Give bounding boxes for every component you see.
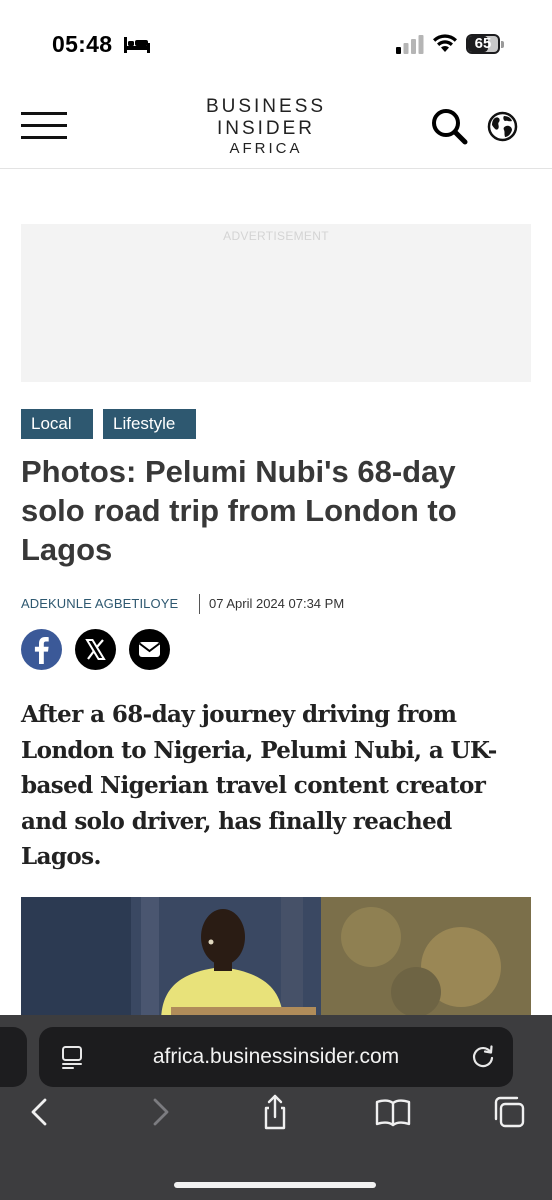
battery-icon: 65 — [466, 34, 504, 54]
author-link[interactable]: ADEKUNLE AGBETILOYE — [21, 596, 178, 611]
forward-icon[interactable] — [140, 1092, 180, 1132]
reload-icon[interactable] — [469, 1043, 497, 1071]
tag-local[interactable]: Local — [21, 409, 93, 439]
article-headline: Photos: Pelumi Nubi's 68-day solo road t… — [21, 454, 457, 567]
email-icon[interactable] — [129, 629, 170, 670]
site-header: BUSINESS INSIDER AFRICA — [0, 88, 552, 169]
previous-tab-preview[interactable] — [0, 1027, 27, 1087]
url-text[interactable]: africa.businessinsider.com — [39, 1045, 513, 1069]
status-time: 05:48 — [52, 31, 113, 57]
article-photo[interactable] — [21, 897, 531, 1022]
battery-level: 65 — [474, 35, 492, 52]
bed-icon — [124, 37, 150, 53]
status-bar: 05:48 65 — [0, 0, 552, 88]
signal-icon — [396, 35, 424, 54]
site-logo[interactable]: BUSINESS INSIDER AFRICA — [196, 96, 336, 158]
home-indicator[interactable] — [174, 1182, 376, 1188]
globe-icon[interactable] — [487, 111, 518, 142]
logo-line-insider: INSIDER — [216, 118, 316, 139]
menu-icon[interactable] — [21, 110, 67, 142]
tabs-icon[interactable] — [490, 1092, 530, 1132]
wifi-icon — [433, 34, 457, 52]
tag-lifestyle[interactable]: Lifestyle — [103, 409, 196, 439]
x-icon[interactable] — [75, 629, 116, 670]
facebook-icon[interactable] — [21, 629, 62, 670]
address-bar[interactable]: africa.businessinsider.com — [39, 1027, 513, 1087]
logo-line-business: BUSINESS — [205, 96, 327, 117]
advertisement-label: ADVERTISEMENT — [223, 229, 329, 243]
publish-date: 07 April 2024 07:34 PM — [209, 596, 345, 611]
advertisement-slot[interactable]: ADVERTISEMENT — [21, 224, 531, 382]
search-icon[interactable] — [430, 107, 468, 145]
article-photo-illustration — [21, 897, 531, 1022]
article-lead: After a 68-day journey driving from Lond… — [21, 701, 497, 870]
logo-line-africa: AFRICA — [229, 140, 303, 157]
share-icon[interactable] — [255, 1092, 295, 1132]
bookmarks-icon[interactable] — [373, 1092, 413, 1132]
byline-divider — [199, 594, 200, 614]
back-icon[interactable] — [20, 1092, 60, 1132]
